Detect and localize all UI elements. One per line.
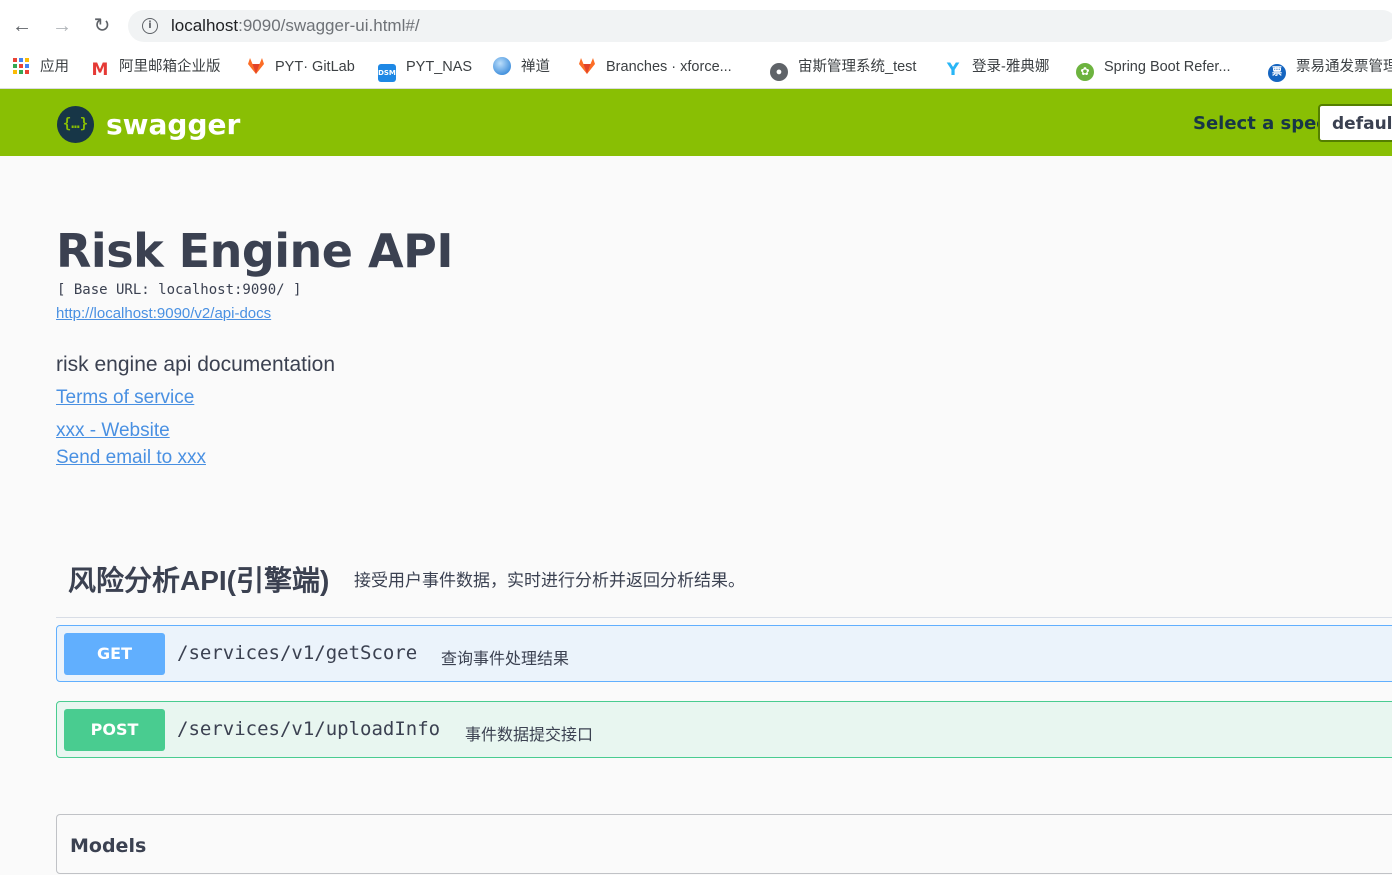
bookmark-label: 宙斯管理系统_test	[798, 59, 917, 75]
spring-leaf-icon: ✿	[1076, 63, 1094, 81]
bookmark-label: PYT· GitLab	[275, 59, 355, 75]
bookmark-zeus[interactable]: ● 宙斯管理系统_test	[770, 56, 917, 81]
api-docs-link[interactable]: http://localhost:9090/v2/api-docs	[56, 305, 271, 322]
method-badge-get: GET	[64, 633, 165, 675]
select-spec-label: Select a spec	[1193, 113, 1327, 134]
bookmark-label: 阿里邮箱企业版	[119, 59, 221, 75]
bookmark-pyt-nas[interactable]: DSM PYT_NAS	[378, 56, 473, 82]
terms-of-service-link[interactable]: Terms of service	[56, 387, 194, 409]
forward-arrow-icon[interactable]: →	[48, 12, 76, 40]
website-link[interactable]: xxx - Website	[56, 420, 170, 442]
bookmark-label: PYT_NAS	[406, 59, 473, 75]
url-path: :9090/swagger-ui.html#/	[238, 16, 420, 35]
operation-summary: 事件数据提交接口	[465, 727, 594, 744]
bookmark-label: 票易通发票管理	[1296, 59, 1392, 75]
bookmark-chandao[interactable]: 禅道	[493, 56, 550, 78]
dsm-icon: DSM	[378, 64, 396, 82]
bookmark-label: Branches · xforce...	[606, 59, 732, 75]
gitlab-fox-icon	[578, 57, 596, 75]
globe-icon	[493, 57, 511, 75]
tag-divider	[56, 617, 1392, 618]
url-text[interactable]: localhost:9090/swagger-ui.html#/	[171, 16, 420, 36]
ticket-icon: 票	[1268, 64, 1286, 82]
apps-grid-icon	[12, 57, 30, 75]
operation-summary: 查询事件处理结果	[441, 651, 570, 668]
models-section[interactable]: Models	[56, 814, 1392, 874]
base-url: [ Base URL: localhost:9090/ ]	[57, 282, 302, 298]
world-icon: ●	[770, 63, 788, 81]
browser-chrome: ← → ↻ i localhost:9090/swagger-ui.html#/…	[0, 0, 1392, 89]
tag-description: 接受用户事件数据，实时进行分析并返回分析结果。	[354, 571, 745, 590]
bookmark-label: 应用	[40, 59, 69, 75]
mail-m-icon: M	[91, 60, 109, 80]
bookmark-branches[interactable]: Branches · xforce...	[578, 56, 732, 78]
operation-path: /services/v1/uploadInfo	[177, 718, 441, 740]
info-icon[interactable]: i	[142, 18, 158, 34]
spec-select[interactable]: default	[1318, 104, 1392, 142]
email-link[interactable]: Send email to xxx	[56, 447, 206, 469]
browser-nav-row: ← → ↻ i localhost:9090/swagger-ui.html#/	[0, 4, 1392, 48]
operation-get-score[interactable]: GET /services/v1/getScore 查询事件处理结果	[56, 625, 1392, 682]
method-badge-post: POST	[64, 709, 165, 751]
operation-upload-info[interactable]: POST /services/v1/uploadInfo 事件数据提交接口	[56, 701, 1392, 758]
operation-path: /services/v1/getScore	[177, 642, 418, 664]
back-arrow-icon[interactable]: ←	[8, 12, 36, 40]
bookmark-pyt-gitlab[interactable]: PYT· GitLab	[247, 56, 355, 78]
address-bar[interactable]: i localhost:9090/swagger-ui.html#/	[128, 10, 1392, 42]
models-title: Models	[70, 835, 147, 857]
api-description: risk engine api documentation	[56, 353, 336, 376]
bookmark-athena[interactable]: Y 登录-雅典娜	[944, 56, 1050, 80]
reload-icon[interactable]: ↻	[88, 12, 116, 40]
bookmark-apps[interactable]: 应用	[12, 56, 69, 78]
bookmark-piaoyitong[interactable]: 票票易通发票管理	[1268, 56, 1392, 82]
url-host: localhost	[171, 16, 239, 35]
swagger-logo-text[interactable]: swagger	[106, 108, 240, 141]
swagger-logo-icon[interactable]: {…}	[57, 106, 94, 143]
bookmark-label: Spring Boot Refer...	[1104, 59, 1231, 75]
bookmarks-bar: 应用 M 阿里邮箱企业版 PYT· GitLab DSM PYT_NAS 禅道 Br…	[0, 52, 1392, 82]
bookmark-spring-boot[interactable]: ✿ Spring Boot Refer...	[1076, 56, 1231, 81]
bookmark-label: 禅道	[521, 59, 550, 75]
bookmark-label: 登录-雅典娜	[972, 59, 1050, 75]
gitlab-fox-icon	[247, 57, 265, 75]
api-title: Risk Engine API	[56, 224, 453, 278]
bookmark-ali-mail[interactable]: M 阿里邮箱企业版	[91, 56, 221, 80]
y-logo-icon: Y	[946, 60, 960, 80]
tag-title[interactable]: 风险分析API(引擎端)	[68, 559, 329, 599]
